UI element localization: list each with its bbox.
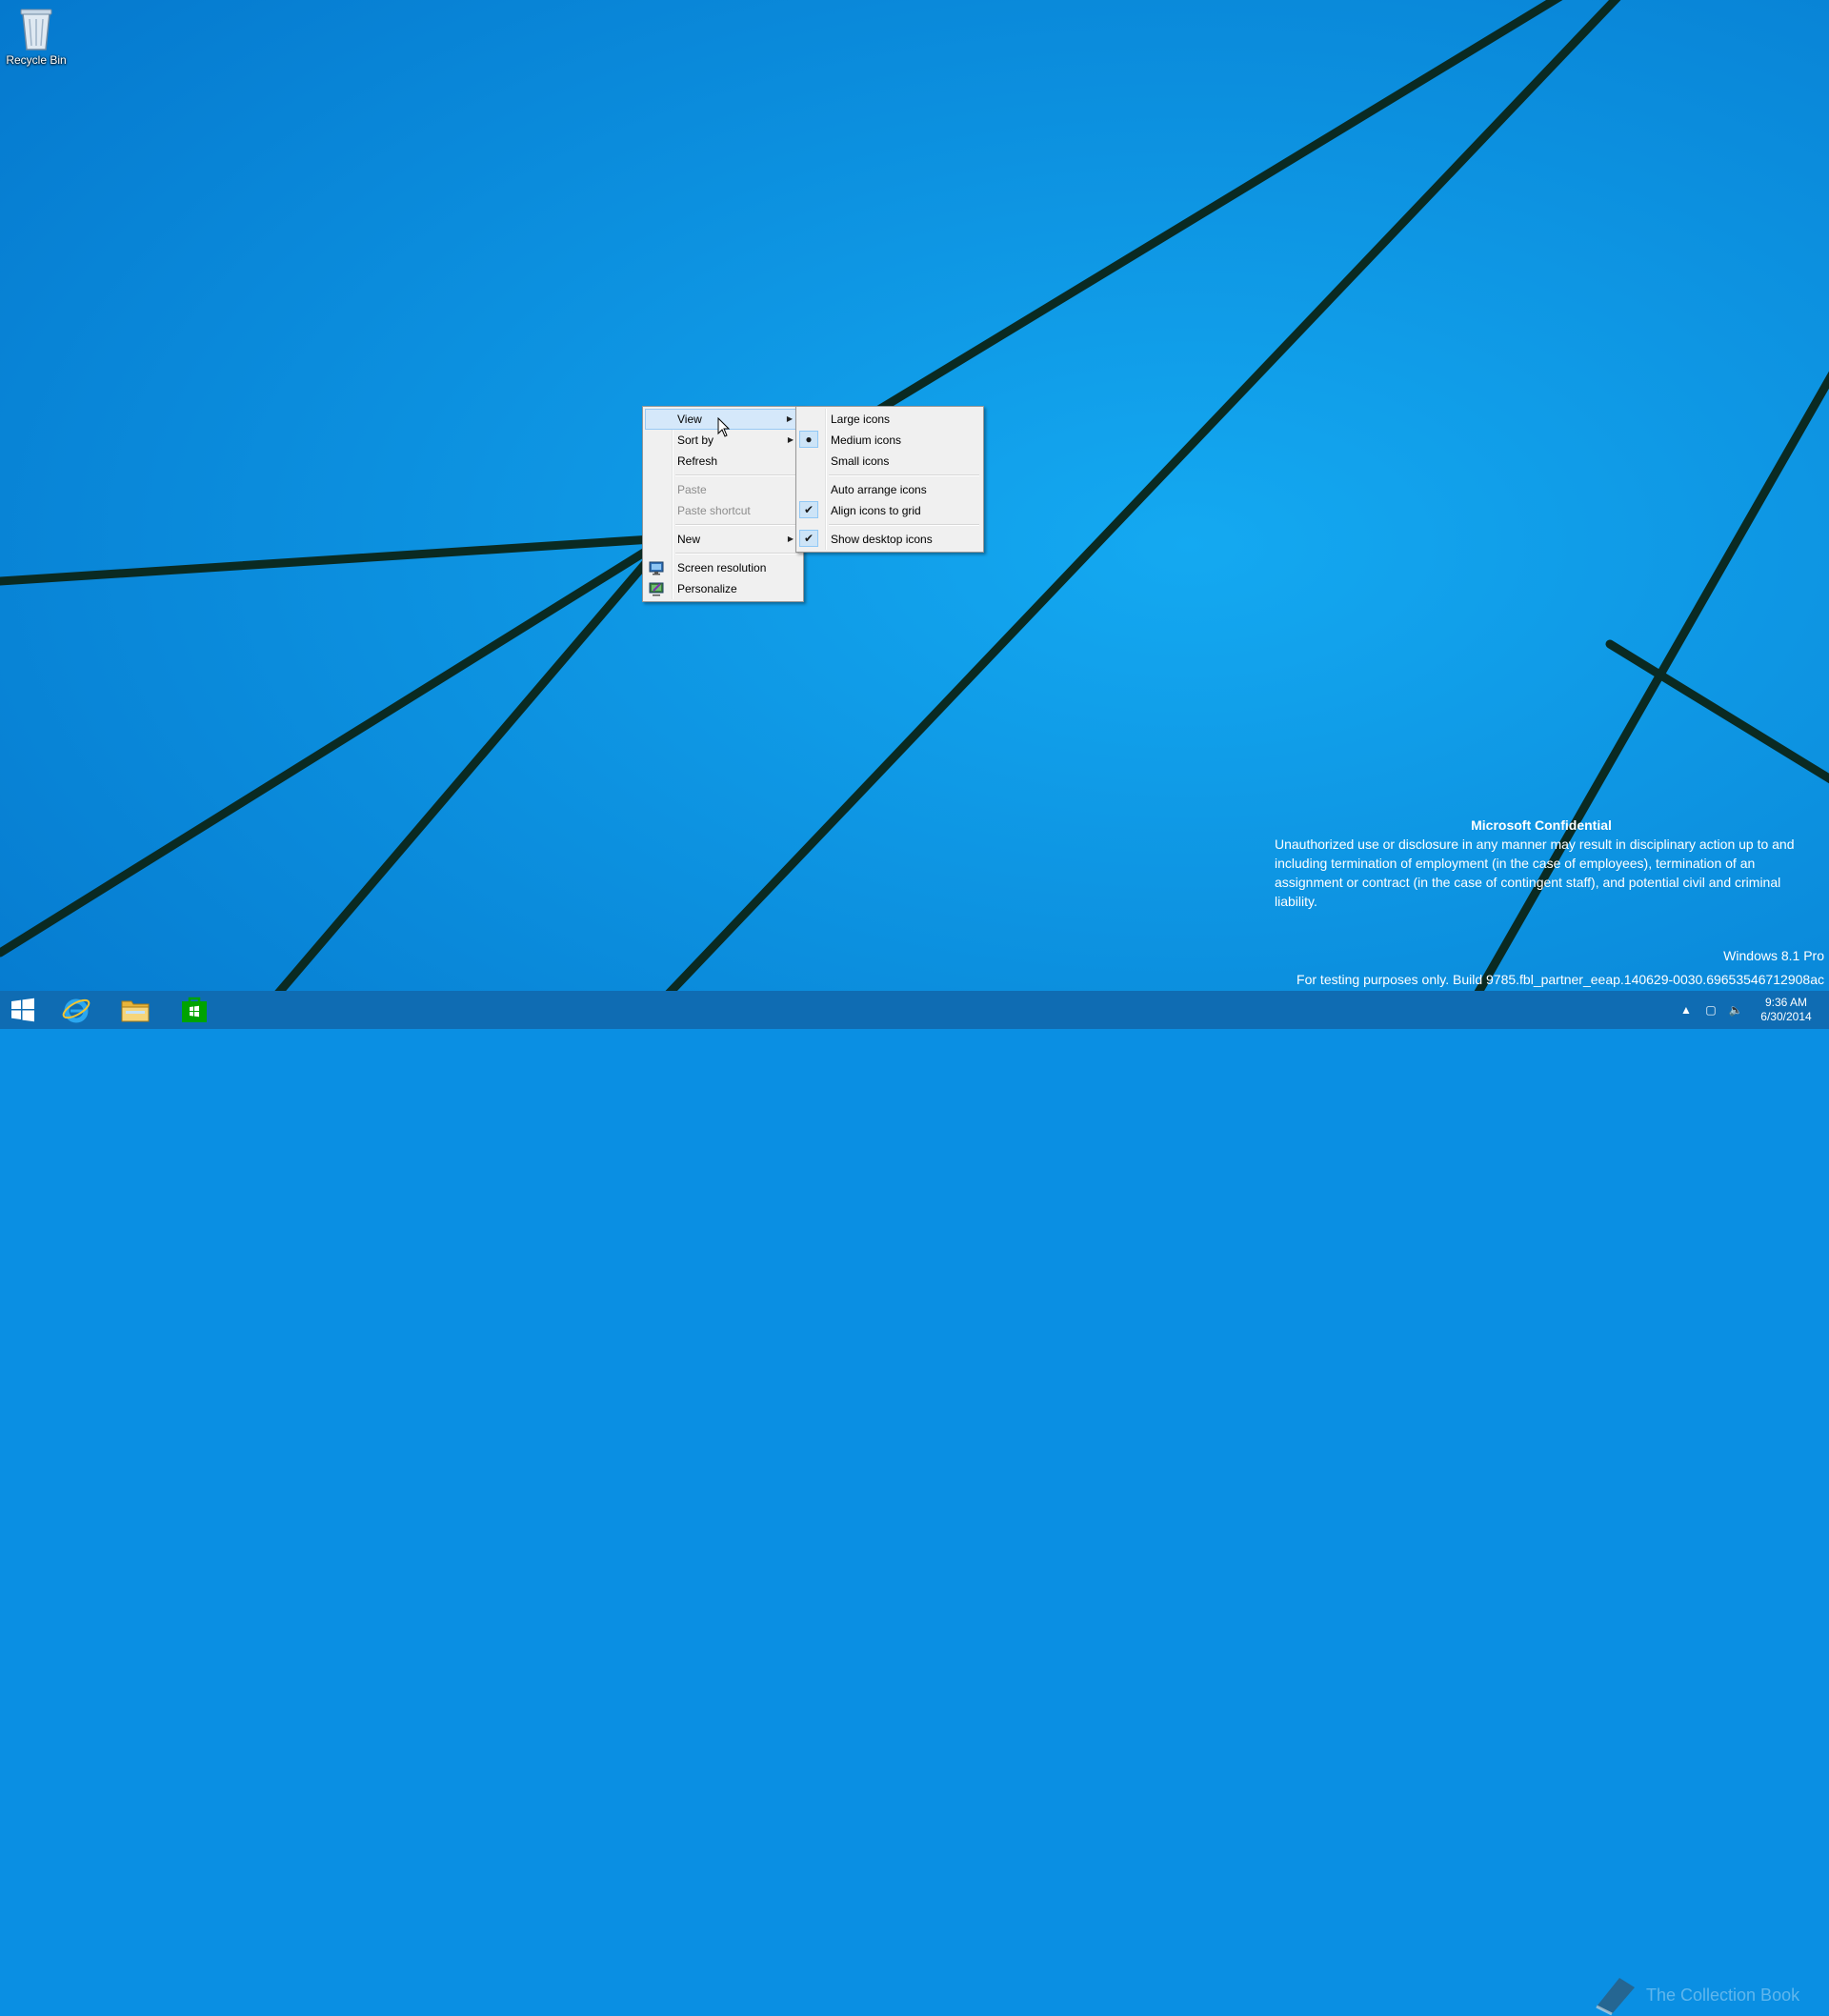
submenu-item-auto-arrange[interactable]: Auto arrange icons: [798, 479, 981, 500]
menu-separator: [675, 524, 799, 526]
menu-separator: [829, 524, 979, 526]
taskbar: The Collection Book ▲ ▢ 🔈 9:36 AM 6/30/2…: [0, 991, 1829, 2016]
submenu-item-large-icons-label: Large icons: [831, 413, 891, 426]
store-bag-icon: [182, 997, 207, 1022]
menu-item-screen-resolution[interactable]: Screen resolution: [645, 557, 801, 578]
show-hidden-icons-icon[interactable]: ▲: [1678, 1002, 1694, 1018]
submenu-item-show-desktop-icons[interactable]: ✔ Show desktop icons: [798, 529, 981, 550]
site-watermark: The Collection Book: [1591, 1974, 1799, 2016]
confidential-title: Microsoft Confidential: [1471, 817, 1612, 833]
menu-item-personalize[interactable]: Personalize: [645, 578, 801, 599]
submenu-item-medium-icons[interactable]: ● Medium icons: [798, 430, 981, 451]
windows-edition: Windows 8.1 Pro: [1723, 948, 1824, 963]
menu-separator: [675, 474, 799, 476]
clock[interactable]: 9:36 AM 6/30/2014: [1753, 996, 1819, 1024]
volume-icon[interactable]: 🔈: [1728, 1002, 1743, 1018]
folder-icon: [121, 1000, 150, 1022]
submenu-item-small-icons[interactable]: Small icons: [798, 451, 981, 472]
submenu-arrow-icon: ▶: [787, 435, 794, 444]
internet-explorer-button[interactable]: [48, 991, 105, 1029]
submenu-arrow-icon: ▶: [787, 534, 794, 543]
recycle-bin-shortcut[interactable]: Recycle Bin: [4, 4, 69, 67]
menu-separator: [675, 553, 799, 554]
clock-time: 9:36 AM: [1764, 996, 1808, 1009]
system-tray: ▲ ▢ 🔈 9:36 AM 6/30/2014: [1678, 991, 1819, 1029]
menu-item-view-label: View: [677, 413, 702, 426]
checkmark-icon: ✔: [799, 501, 818, 518]
menu-separator: [829, 474, 979, 476]
menu-item-screen-resolution-label: Screen resolution: [677, 561, 767, 575]
watermark-text: The Collection Book: [1646, 1985, 1800, 2005]
menu-item-refresh[interactable]: Refresh: [645, 451, 801, 472]
mouse-cursor-icon: [717, 417, 731, 437]
submenu-item-align-to-grid-label: Align icons to grid: [831, 504, 921, 517]
confidential-notice: Microsoft Confidential Unauthorized use …: [1275, 816, 1808, 911]
menu-item-new-label: New: [677, 533, 701, 546]
store-button[interactable]: [166, 991, 223, 1029]
personalize-icon: [648, 580, 665, 597]
menu-item-paste-label: Paste: [677, 483, 707, 496]
submenu-arrow-icon: ▶: [786, 414, 793, 423]
submenu-item-large-icons[interactable]: Large icons: [798, 409, 981, 430]
menu-item-new[interactable]: New ▶: [645, 529, 801, 550]
menu-item-personalize-label: Personalize: [677, 582, 737, 595]
menu-item-paste[interactable]: Paste: [645, 479, 801, 500]
submenu-item-show-desktop-icons-label: Show desktop icons: [831, 533, 933, 546]
view-submenu: Large icons ● Medium icons Small icons A…: [795, 406, 984, 553]
windows-logo-icon: [11, 998, 34, 1022]
file-explorer-button[interactable]: [107, 991, 164, 1029]
clock-date: 6/30/2014: [1760, 1010, 1812, 1023]
submenu-item-medium-icons-label: Medium icons: [831, 433, 902, 447]
start-button[interactable]: [0, 991, 46, 1029]
menu-item-sort-by-label: Sort by: [677, 433, 714, 447]
submenu-item-auto-arrange-label: Auto arrange icons: [831, 483, 927, 496]
radio-bullet-icon: ●: [799, 431, 818, 448]
book-icon: [1596, 1978, 1635, 2016]
network-icon[interactable]: ▢: [1703, 1002, 1718, 1018]
checkmark-icon: ✔: [799, 530, 818, 547]
internet-explorer-icon: [62, 998, 90, 1023]
build-string: For testing purposes only. Build 9785.fb…: [1296, 972, 1824, 987]
submenu-item-align-to-grid[interactable]: ✔ Align icons to grid: [798, 500, 981, 521]
menu-item-paste-shortcut-label: Paste shortcut: [677, 504, 751, 517]
submenu-item-small-icons-label: Small icons: [831, 454, 890, 468]
screen-resolution-icon: [648, 559, 665, 576]
menu-item-paste-shortcut[interactable]: Paste shortcut: [645, 500, 801, 521]
recycle-bin-icon: [15, 4, 57, 51]
menu-item-refresh-label: Refresh: [677, 454, 718, 468]
confidential-body: Unauthorized use or disclosure in any ma…: [1275, 837, 1795, 909]
recycle-bin-label: Recycle Bin: [6, 53, 67, 67]
